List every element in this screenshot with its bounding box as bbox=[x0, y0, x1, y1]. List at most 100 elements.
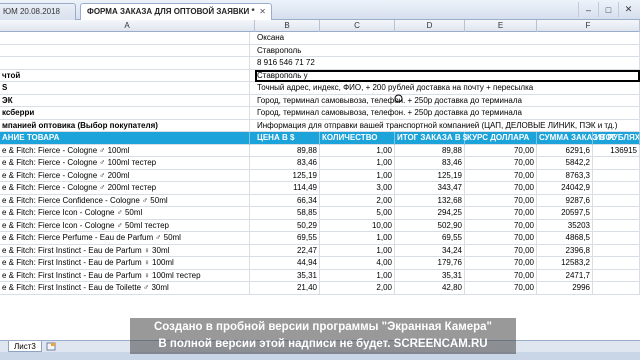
rate-cell[interactable]: 70,00 bbox=[465, 182, 537, 195]
info-value-cell[interactable]: Город, терминал самовывоза, телефон. + 2… bbox=[255, 94, 640, 107]
rate-cell[interactable]: 70,00 bbox=[465, 194, 537, 207]
grand-total-cell[interactable] bbox=[593, 157, 640, 170]
order-total-cell[interactable]: 89,88 bbox=[395, 144, 465, 157]
quantity-cell[interactable]: 1,00 bbox=[320, 269, 395, 282]
product-name-cell[interactable]: e & Fitch: Fierce Perfume - Eau de Parfu… bbox=[0, 232, 250, 245]
quantity-cell[interactable]: 1,00 bbox=[320, 232, 395, 245]
info-label-cell[interactable]: S bbox=[0, 82, 250, 95]
order-total-cell[interactable]: 343,47 bbox=[395, 182, 465, 195]
quantity-cell[interactable]: 1,00 bbox=[320, 244, 395, 257]
sum-rub-cell[interactable]: 8763,3 bbox=[537, 169, 593, 182]
sum-rub-cell[interactable]: 2471,7 bbox=[537, 269, 593, 282]
header-order-total-usd[interactable]: ИТОГ ЗАКАЗА В $ bbox=[395, 132, 467, 145]
product-name-cell[interactable]: e & Fitch: First Instinct - Eau de Parfu… bbox=[0, 257, 250, 270]
rate-cell[interactable]: 70,00 bbox=[465, 157, 537, 170]
product-name-cell[interactable]: e & Fitch: Fierce Icon - Cologne ♂ 50ml … bbox=[0, 219, 250, 232]
grand-total-cell[interactable] bbox=[593, 244, 640, 257]
grand-total-cell[interactable] bbox=[593, 219, 640, 232]
grand-total-cell[interactable]: 136915 bbox=[593, 144, 640, 157]
insert-sheet-icon[interactable] bbox=[46, 342, 56, 351]
order-total-cell[interactable]: 294,25 bbox=[395, 207, 465, 220]
product-name-cell[interactable]: e & Fitch: Fierce Icon - Cologne ♂ 50ml bbox=[0, 207, 250, 220]
rate-cell[interactable]: 70,00 bbox=[465, 144, 537, 157]
price-cell[interactable]: 83,46 bbox=[255, 157, 320, 170]
quantity-cell[interactable]: 2,00 bbox=[320, 194, 395, 207]
column-header-f[interactable]: F bbox=[537, 20, 640, 32]
quantity-cell[interactable]: 2,00 bbox=[320, 282, 395, 295]
product-name-cell[interactable]: e & Fitch: Fierce - Cologne ♂ 200ml bbox=[0, 169, 250, 182]
sum-rub-cell[interactable]: 2396,8 bbox=[537, 244, 593, 257]
rate-cell[interactable]: 70,00 bbox=[465, 269, 537, 282]
header-price-usd[interactable]: ЦЕНА В $ bbox=[255, 132, 320, 145]
info-value-cell[interactable]: Ставрополь bbox=[255, 44, 640, 57]
info-value-cell[interactable]: Оксана bbox=[255, 32, 640, 45]
grand-total-cell[interactable] bbox=[593, 269, 640, 282]
column-header-a[interactable]: A bbox=[0, 20, 255, 32]
product-name-cell[interactable]: e & Fitch: First Instinct - Eau de Parfu… bbox=[0, 244, 250, 257]
quantity-cell[interactable]: 1,00 bbox=[320, 157, 395, 170]
info-label-cell[interactable] bbox=[0, 44, 250, 57]
info-label-cell[interactable]: мпанией оптовика (Выбор покупателя) bbox=[0, 119, 250, 132]
tab-order-form[interactable]: ФОРМА ЗАКАЗА ДЛЯ ОПТОВОЙ ЗАЯВКИ * ✕ bbox=[80, 3, 272, 20]
product-name-cell[interactable]: e & Fitch: Fierce Confidence - Cologne ♂… bbox=[0, 194, 250, 207]
sheet-tab[interactable]: Лист3 bbox=[8, 341, 42, 352]
minimize-icon[interactable]: – bbox=[578, 2, 598, 17]
tab-price-list[interactable]: ЮМ 20.08.2018 bbox=[0, 3, 76, 20]
grand-total-cell[interactable] bbox=[593, 232, 640, 245]
price-cell[interactable]: 114,49 bbox=[255, 182, 320, 195]
price-cell[interactable]: 89,88 bbox=[255, 144, 320, 157]
column-header-e[interactable]: E bbox=[465, 20, 537, 32]
column-header-b[interactable]: B bbox=[255, 20, 320, 32]
order-total-cell[interactable]: 42,80 bbox=[395, 282, 465, 295]
price-cell[interactable]: 50,29 bbox=[255, 219, 320, 232]
sum-rub-cell[interactable]: 5842,2 bbox=[537, 157, 593, 170]
product-name-cell[interactable]: e & Fitch: Fierce - Cologne ♂ 100ml bbox=[0, 144, 250, 157]
price-cell[interactable]: 66,34 bbox=[255, 194, 320, 207]
info-value-cell[interactable]: 8 916 546 71 72 bbox=[255, 57, 640, 70]
price-cell[interactable]: 69,55 bbox=[255, 232, 320, 245]
maximize-icon[interactable]: □ bbox=[598, 2, 618, 17]
rate-cell[interactable]: 70,00 bbox=[465, 257, 537, 270]
quantity-cell[interactable]: 10,00 bbox=[320, 219, 395, 232]
rate-cell[interactable]: 70,00 bbox=[465, 219, 537, 232]
price-cell[interactable]: 125,19 bbox=[255, 169, 320, 182]
price-cell[interactable]: 58,85 bbox=[255, 207, 320, 220]
column-header-d[interactable]: D bbox=[395, 20, 465, 32]
order-total-cell[interactable]: 125,19 bbox=[395, 169, 465, 182]
sum-rub-cell[interactable]: 4868,5 bbox=[537, 232, 593, 245]
grand-total-cell[interactable] bbox=[593, 207, 640, 220]
rate-cell[interactable]: 70,00 bbox=[465, 169, 537, 182]
grand-total-cell[interactable] bbox=[593, 282, 640, 295]
sum-rub-cell[interactable]: 35203 bbox=[537, 219, 593, 232]
header-grand-total[interactable]: ИТОГ bbox=[593, 132, 640, 145]
order-total-cell[interactable]: 132,68 bbox=[395, 194, 465, 207]
info-label-cell[interactable] bbox=[0, 32, 250, 45]
sum-rub-cell[interactable]: 9287,6 bbox=[537, 194, 593, 207]
price-cell[interactable]: 21,40 bbox=[255, 282, 320, 295]
info-value-cell[interactable]: Информация для отправки вашей транспортн… bbox=[255, 119, 640, 132]
quantity-cell[interactable]: 4,00 bbox=[320, 257, 395, 270]
rate-cell[interactable]: 70,00 bbox=[465, 232, 537, 245]
sum-rub-cell[interactable]: 20597,5 bbox=[537, 207, 593, 220]
sum-rub-cell[interactable]: 12583,2 bbox=[537, 257, 593, 270]
sum-rub-cell[interactable]: 2996 bbox=[537, 282, 593, 295]
sum-rub-cell[interactable]: 6291,6 bbox=[537, 144, 593, 157]
order-total-cell[interactable]: 69,55 bbox=[395, 232, 465, 245]
quantity-cell[interactable]: 5,00 bbox=[320, 207, 395, 220]
quantity-cell[interactable]: 1,00 bbox=[320, 169, 395, 182]
close-tab-icon[interactable]: ✕ bbox=[259, 7, 266, 16]
quantity-cell[interactable]: 1,00 bbox=[320, 144, 395, 157]
column-header-c[interactable]: C bbox=[320, 20, 395, 32]
grand-total-cell[interactable] bbox=[593, 182, 640, 195]
header-product-name[interactable]: АНИЕ ТОВАРА bbox=[0, 132, 250, 145]
product-name-cell[interactable]: e & Fitch: Fierce - Cologne ♂ 200ml тест… bbox=[0, 182, 250, 195]
info-label-cell[interactable]: чтой bbox=[0, 69, 250, 82]
price-cell[interactable]: 35,31 bbox=[255, 269, 320, 282]
order-total-cell[interactable]: 35,31 bbox=[395, 269, 465, 282]
rate-cell[interactable]: 70,00 bbox=[465, 282, 537, 295]
sum-rub-cell[interactable]: 24042,9 bbox=[537, 182, 593, 195]
order-total-cell[interactable]: 83,46 bbox=[395, 157, 465, 170]
grand-total-cell[interactable] bbox=[593, 194, 640, 207]
info-label-cell[interactable]: ксберри bbox=[0, 107, 250, 120]
order-total-cell[interactable]: 34,24 bbox=[395, 244, 465, 257]
